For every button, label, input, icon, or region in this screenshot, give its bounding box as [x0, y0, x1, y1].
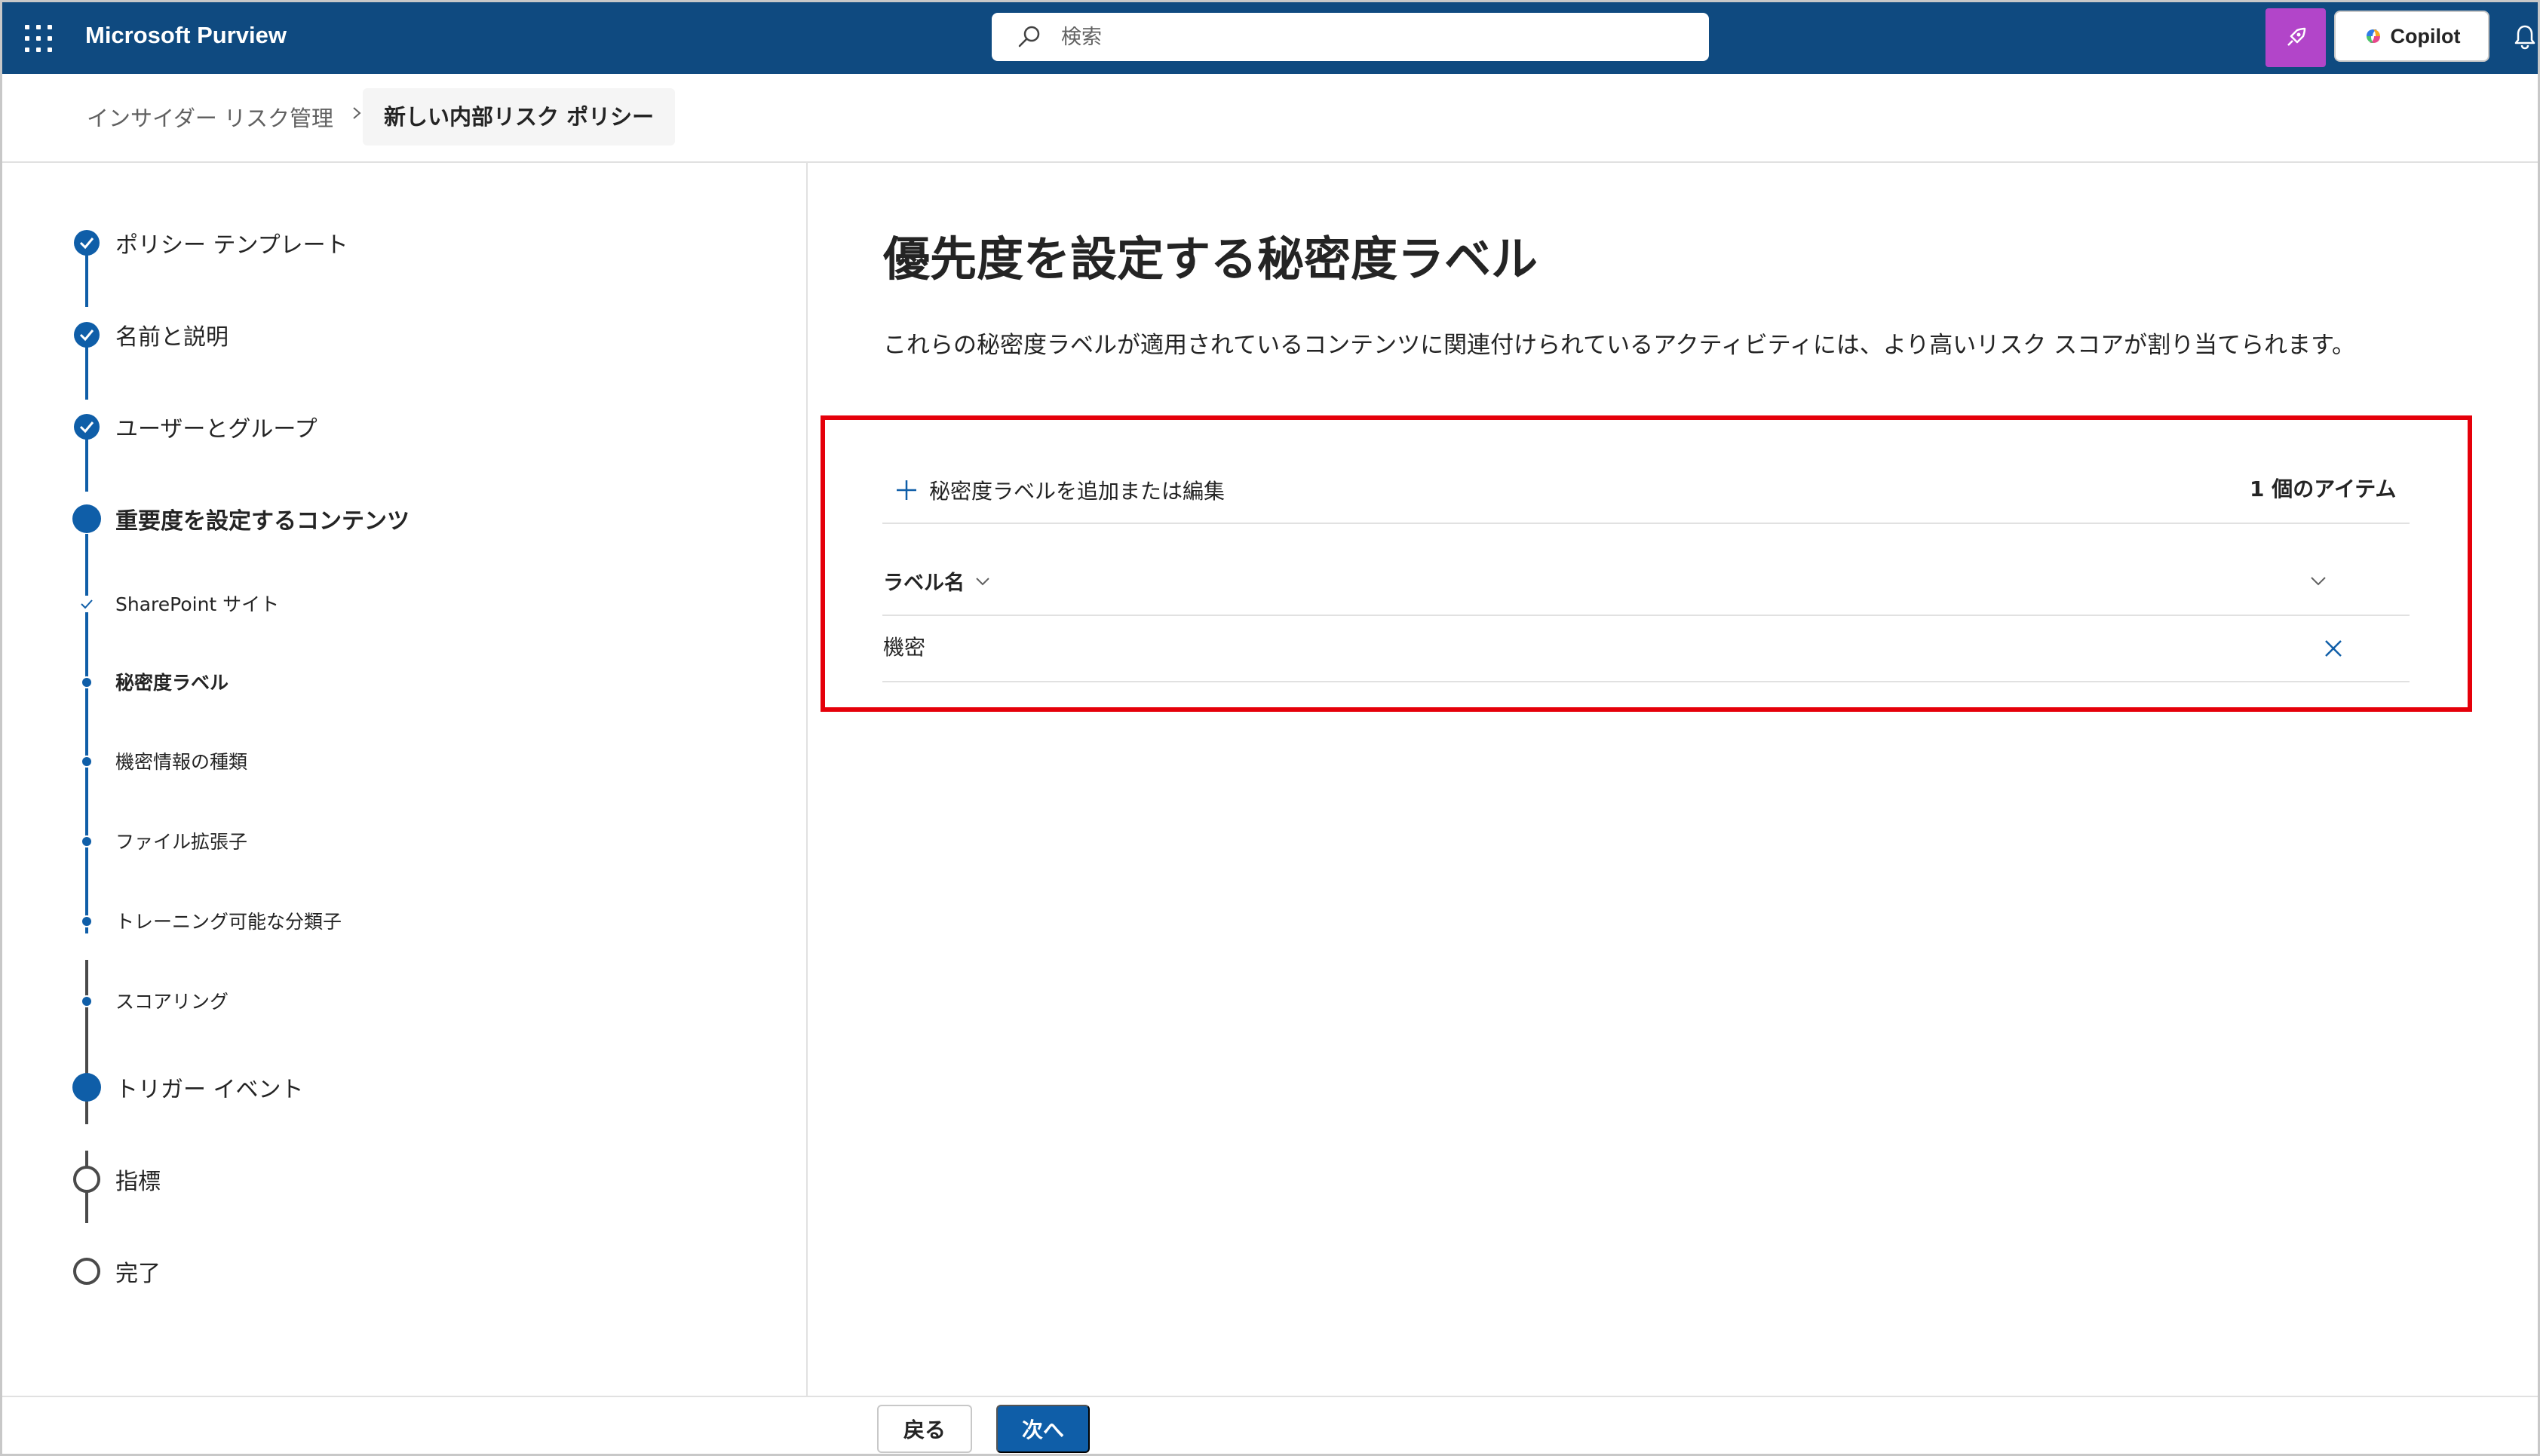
wizard-step-users-groups[interactable]: ユーザーとグループ [2, 407, 756, 445]
wizard-step-policy-template[interactable]: ポリシー テンプレート [2, 223, 756, 261]
wizard-substep-file-extensions[interactable]: ファイル拡張子 [2, 821, 756, 859]
table-row-label: 機密 [883, 635, 926, 660]
step-connector [85, 255, 88, 307]
dot-icon [81, 915, 93, 927]
add-edit-labels-button[interactable]: 秘密度ラベルを追加または編集 [894, 471, 1225, 509]
step-filled-icon [72, 1073, 101, 1102]
breadcrumb-item-insider-risk[interactable]: インサイダー リスク管理 [87, 101, 333, 133]
copilot-button[interactable]: Copilot [2334, 11, 2489, 62]
copilot-label: Copilot [2390, 24, 2461, 48]
step-connector [85, 347, 88, 400]
checkmark-circle-icon [74, 230, 100, 256]
dot-icon [81, 995, 93, 1007]
checkmark-circle-icon [74, 414, 100, 440]
checkmark-circle-icon [74, 322, 100, 348]
empty-circle-icon [73, 1258, 100, 1285]
highlight-box [821, 415, 2472, 712]
column-header-label-name[interactable]: ラベル名 [883, 566, 992, 596]
step-label: スコアリング [115, 991, 229, 1013]
step-label: ポリシー テンプレート [115, 232, 348, 259]
divider [882, 615, 2410, 616]
wizard-substep-sensitive-info-types[interactable]: 機密情報の種類 [2, 741, 756, 779]
copilot-icon [2364, 26, 2383, 46]
wizard-substep-scoring[interactable]: スコアリング [2, 981, 756, 1019]
breadcrumb: インサイダー リスク管理 新しい内部リスク ポリシー [2, 74, 2538, 163]
app-title[interactable]: Microsoft Purview [85, 22, 287, 49]
search-box[interactable] [992, 13, 1709, 61]
step-label: 指標 [115, 1169, 161, 1195]
wizard-substep-sharepoint[interactable]: SharePoint サイト [2, 584, 756, 621]
wizard-step-name-description[interactable]: 名前と説明 [2, 315, 756, 353]
step-label: ファイル拡張子 [115, 831, 248, 853]
column-options-chevron-icon[interactable] [2308, 571, 2328, 590]
wizard-step-trigger-events[interactable]: トリガー イベント [2, 1068, 756, 1105]
checkmark-icon [78, 596, 95, 612]
next-button[interactable]: 次へ [996, 1405, 1090, 1453]
top-bar: Microsoft Purview C [2, 2, 2538, 74]
search-icon [1018, 26, 1040, 48]
step-label: 名前と説明 [115, 324, 229, 351]
divider [882, 523, 2410, 524]
wizard-step-priority-content[interactable]: 重要度を設定するコンテンツ [2, 499, 756, 537]
dot-icon [81, 835, 93, 848]
dot-icon [81, 756, 93, 768]
step-label: SharePoint サイト [115, 593, 280, 615]
search-input[interactable] [1061, 20, 1680, 54]
chevron-right-icon [353, 107, 361, 119]
wizard-step-finish[interactable]: 完了 [2, 1252, 756, 1289]
step-label: ユーザーとグループ [115, 416, 318, 443]
step-label: 重要度を設定するコンテンツ [115, 508, 410, 535]
wizard-substep-sensitivity-labels[interactable]: 秘密度ラベル [2, 662, 756, 700]
page-title: 優先度を設定する秘密度ラベル [883, 231, 1538, 287]
app-launcher-icon[interactable] [25, 25, 52, 52]
wizard-step-indicators[interactable]: 指標 [2, 1160, 756, 1197]
remove-row-close-icon[interactable] [2320, 635, 2347, 662]
dot-icon [81, 676, 93, 688]
back-button[interactable]: 戻る [877, 1405, 972, 1453]
rocket-icon [2287, 27, 2306, 46]
plus-icon [897, 480, 916, 500]
step-connector [85, 439, 88, 492]
wizard-steps: ポリシー テンプレート 名前と説明 ユーザーとグループ 重要度を設定するコンテン… [2, 163, 808, 1396]
column-header-label: ラベル名 [883, 572, 965, 595]
breadcrumb-item-current: 新しい内部リスク ポリシー [363, 88, 676, 146]
wizard-substep-trainable-classifiers[interactable]: トレーニング可能な分類子 [2, 901, 756, 939]
empty-circle-icon [73, 1166, 100, 1193]
step-label: トレーニング可能な分類子 [115, 911, 342, 933]
step-label: 完了 [115, 1261, 161, 1287]
divider [882, 681, 2410, 682]
step-label: トリガー イベント [115, 1077, 304, 1103]
add-edit-labels-label: 秘密度ラベルを追加または編集 [929, 479, 1226, 504]
app-window: Microsoft Purview C [0, 0, 2540, 1456]
page-description: これらの秘密度ラベルが適用されているコンテンツに関連付けられているアクティビティ… [883, 332, 2355, 359]
step-label: 機密情報の種類 [115, 751, 248, 773]
security-copilot-button[interactable] [2265, 8, 2326, 67]
step-label: 秘密度ラベル [115, 672, 229, 694]
chevron-down-icon [976, 577, 989, 585]
wizard-footer: 戻る 次へ [2, 1396, 2538, 1454]
item-count: 1 個のアイテム [2250, 477, 2397, 501]
current-step-icon [72, 504, 101, 533]
notification-bell-icon[interactable] [2514, 23, 2536, 51]
